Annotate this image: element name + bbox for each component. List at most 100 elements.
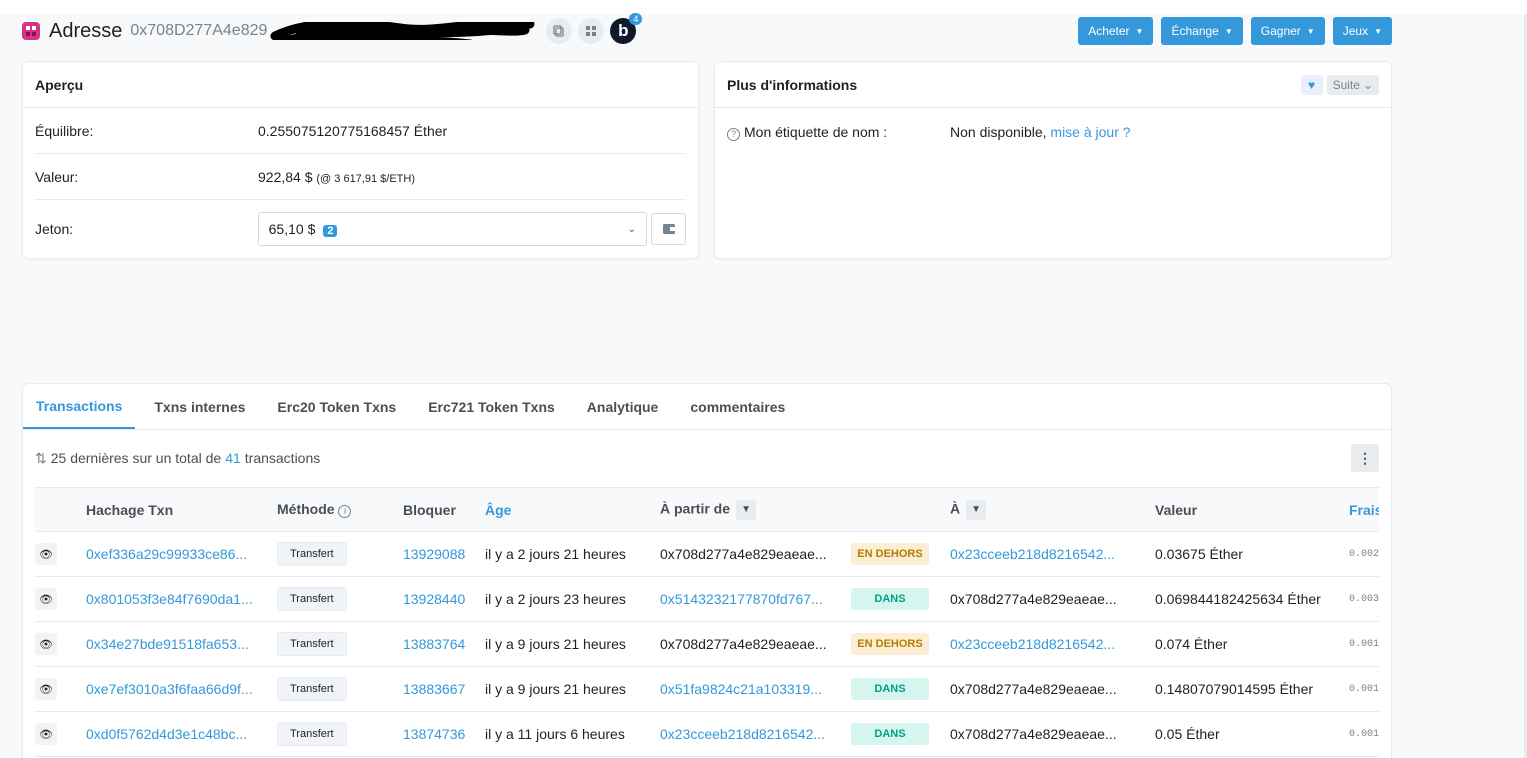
tx-block[interactable]: 13929088 [403, 531, 485, 577]
games-button[interactable]: Jeux ▼ [1332, 17, 1392, 45]
col-to: À ▼ [950, 487, 1155, 532]
tx-fee: 0.003 [1349, 576, 1379, 622]
col-direction [851, 487, 950, 532]
tx-hash[interactable]: 0xd0f5762d4d3e1c48bc... [86, 711, 277, 757]
col-fee[interactable]: Frais [1349, 487, 1379, 532]
buy-label: Acheter [1088, 24, 1130, 38]
info-circle-icon: i [338, 505, 352, 518]
name-tag-label: Mon étiquette de nom : [744, 123, 888, 140]
help-circle-icon: ? [727, 127, 740, 141]
sort-icon: ⇅ [35, 449, 47, 466]
tx-to[interactable]: 0x23cceeb218d8216542... [950, 621, 1155, 667]
tab-erc20-token-txns[interactable]: Erc20 Token Txns [261, 384, 412, 429]
transactions-count-link[interactable]: 41 [225, 450, 241, 466]
eye-icon[interactable]: 👁 [35, 723, 57, 745]
chevron-down-icon: ▼ [1306, 26, 1315, 36]
col-value: Valeur [1155, 487, 1349, 532]
more-info-header: Plus d'informations ♥ Suite ⌄ [715, 62, 1391, 108]
token-dropdown[interactable]: 65,10 $ 2 ⌄ [257, 212, 648, 246]
tx-block[interactable]: 13874736 [403, 711, 485, 757]
tx-value: 0.05 Éther [1155, 711, 1349, 757]
tx-block[interactable]: 13928440 [403, 576, 485, 622]
more-dropdown-button[interactable]: Suite ⌄ [1326, 74, 1379, 95]
earn-button[interactable]: Gagner ▼ [1250, 17, 1325, 45]
tx-from[interactable]: 0x23cceeb218d8216542... [660, 711, 851, 757]
tx-fee: 0.001 [1349, 621, 1379, 667]
exchange-label: Échange [1171, 24, 1219, 38]
more-info-actions: ♥ Suite ⌄ [1300, 74, 1379, 95]
col-method: Méthode i [277, 487, 403, 532]
update-name-tag-link[interactable]: mise à jour ? [1050, 124, 1130, 140]
tab-internal-txns[interactable]: Txns internes [138, 384, 261, 429]
table-row: 👁 0xef336a29c99933ce86... Transfert 1392908… [35, 531, 1379, 577]
eye-icon[interactable]: 👁 [35, 678, 57, 700]
tx-from: 0x708d277a4e829eaeae... [660, 531, 851, 577]
transactions-table-body: 👁 0xef336a29c99933ce86... Transfert 1392908… [35, 531, 1379, 757]
col-from: À partir de ▼ [660, 487, 851, 532]
chevron-down-icon: ▼ [1135, 26, 1144, 36]
row-eye-cell: 👁 [35, 531, 86, 577]
more-info-card: Plus d'informations ♥ Suite ⌄ ? Mon étique… [714, 61, 1392, 259]
tab-analytics[interactable]: Analytique [571, 384, 675, 429]
eye-icon[interactable]: 👁 [35, 588, 57, 610]
table-row: 👁 0x801053f3e84f7690da1... Transfert 139284… [35, 576, 1379, 622]
chevron-down-icon: ▼ [1224, 26, 1233, 36]
tx-age: il y a 2 jours 23 heures [485, 576, 660, 622]
tx-direction-cell: DANS [851, 666, 950, 712]
tx-direction-cell: EN DEHORS [851, 531, 950, 577]
tx-hash[interactable]: 0xe7ef3010a3f6faa66d9f... [86, 666, 277, 712]
tx-method-cell: Transfert [277, 711, 403, 757]
games-label: Jeux [1342, 24, 1369, 38]
transactions-table: Hachage Txn Méthode i Bloquer Âge À part… [35, 487, 1379, 757]
row-eye-cell: 👁 [35, 666, 86, 712]
balance-value: 0.255075120775168457 Éther [258, 122, 448, 139]
address-hash: 0x708D277A4e829 6209280 [130, 22, 540, 40]
blockscan-count-badge: 4 [629, 13, 643, 25]
more-options-icon[interactable]: ⋮ [1351, 444, 1379, 472]
token-count-badge: 2 [323, 225, 338, 237]
favorite-heart-icon[interactable]: ♥ [1300, 74, 1323, 95]
tx-method-cell: Transfert [277, 576, 403, 622]
tx-block[interactable]: 13883764 [403, 621, 485, 667]
tx-block[interactable]: 13883667 [403, 666, 485, 712]
tab-transactions[interactable]: Transactions [23, 384, 136, 429]
tx-from[interactable]: 0x5143232177870fd767... [660, 576, 851, 622]
filter-icon[interactable]: ▼ [736, 499, 757, 520]
blockscan-chat-button[interactable]: b 4 [610, 13, 643, 44]
tx-direction-cell: DANS [851, 576, 950, 622]
name-tag-row: ? Mon étiquette de nom : Non disponible, … [727, 108, 1379, 156]
summary-suffix: transactions [244, 450, 321, 466]
tx-to[interactable]: 0x23cceeb218d8216542... [950, 531, 1155, 577]
col-age[interactable]: Âge [485, 487, 660, 532]
row-eye-cell: 👁 [35, 576, 86, 622]
buy-button[interactable]: Acheter ▼ [1078, 17, 1154, 45]
value-label: Valeur: [35, 168, 79, 185]
balance-label: Équilibre: [35, 122, 94, 139]
eye-icon[interactable]: 👁 [35, 633, 57, 655]
copy-icon[interactable] [546, 18, 573, 44]
tx-method: Transfert [277, 722, 347, 746]
eth-rate: (@ 3 617,91 $/ETH) [316, 172, 415, 185]
value-row: Valeur: 922,84 $ (@ 3 617,91 $/ETH) [35, 154, 686, 200]
more-label: Suite [1332, 77, 1360, 92]
tx-to: 0x708d277a4e829eaeae... [950, 576, 1155, 622]
tx-hash[interactable]: 0x801053f3e84f7690da1... [86, 576, 277, 622]
qr-code-icon[interactable] [578, 18, 605, 44]
name-tag-value-wrap: Non disponible, mise à jour ? [950, 124, 1131, 140]
tab-comments[interactable]: commentaires [674, 384, 801, 429]
tx-hash[interactable]: 0x34e27bde91518fa653... [86, 621, 277, 667]
overview-card: Aperçu Équilibre: 0.255075120775168457 É… [22, 61, 699, 259]
wallet-button[interactable] [651, 213, 686, 245]
exchange-button[interactable]: Échange ▼ [1161, 17, 1243, 45]
col-method-label: Méthode [277, 501, 335, 517]
tx-from[interactable]: 0x51fa9824c21a103319... [660, 666, 851, 712]
col-to-label: À [950, 500, 961, 517]
tx-direction-badge: DANS [851, 588, 929, 610]
tab-erc721-token-txns[interactable]: Erc721 Token Txns [412, 384, 571, 429]
token-dropdown-value: 65,10 $ 2 [269, 221, 338, 237]
tx-age: il y a 11 jours 6 heures [485, 711, 660, 757]
filter-icon[interactable]: ▼ [966, 499, 987, 520]
chevron-down-icon: ⌄ [627, 223, 637, 235]
eye-icon[interactable]: 👁 [35, 543, 57, 565]
tx-hash[interactable]: 0xef336a29c99933ce86... [86, 531, 277, 577]
